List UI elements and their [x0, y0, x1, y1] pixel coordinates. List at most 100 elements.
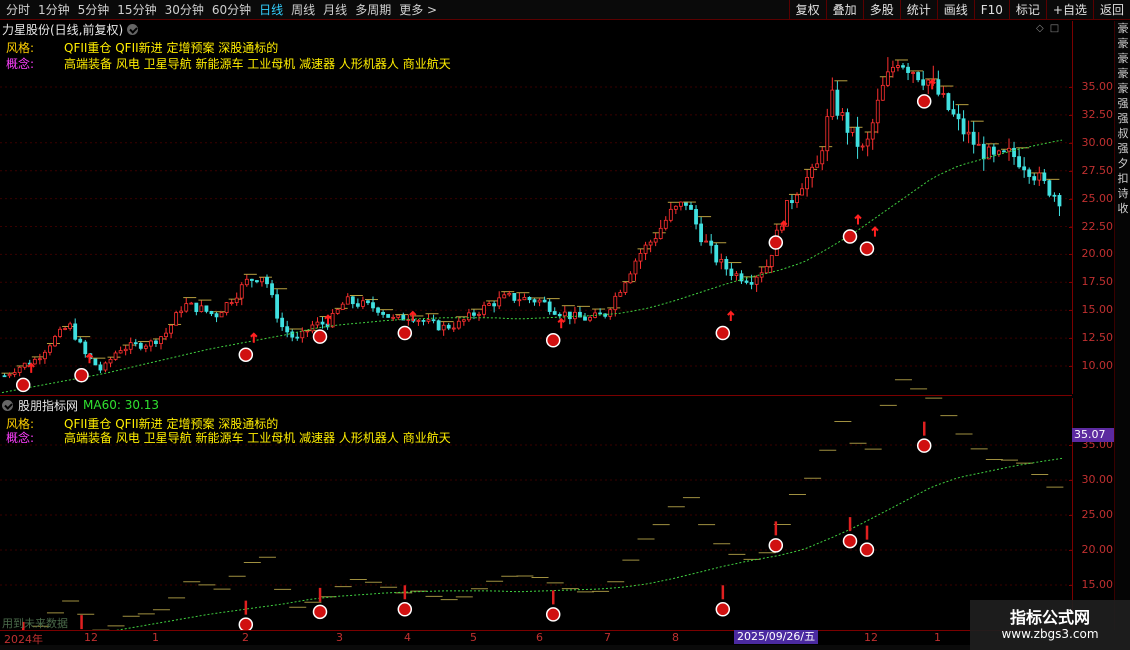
style-value: QFII重仓 QFII新进 定增预案 深股通标的 [64, 41, 279, 55]
signal-bar [774, 521, 778, 536]
candle-body [497, 297, 502, 307]
candle-body [305, 330, 310, 333]
candle-body [214, 313, 219, 318]
candle-body [1052, 194, 1057, 197]
candle-body [552, 311, 557, 315]
candle-body [870, 122, 875, 140]
side-info-strip[interactable]: 豪豪豪豪豪强强叔强夕扣诗收 [1114, 21, 1130, 630]
candle-body [719, 258, 724, 263]
candle-body [73, 323, 78, 340]
candle-body [1022, 166, 1027, 171]
candle-body [825, 116, 830, 152]
candle-body [391, 316, 396, 319]
period-tab-7[interactable]: 周线 [287, 0, 319, 20]
side-strip-char: 豪 [1117, 37, 1129, 50]
candle-body [901, 65, 905, 68]
buy-signal-icon [15, 377, 31, 393]
candle-body [668, 208, 673, 221]
period-tab-9[interactable]: 多周期 [351, 0, 395, 20]
candle-body [48, 345, 52, 353]
side-strip-char: 豪 [1117, 22, 1129, 35]
price-axis-label: 25.00 [1081, 191, 1114, 205]
candle-body [764, 266, 769, 274]
candle-body [265, 277, 269, 285]
candle-body [709, 240, 714, 246]
period-tab-5[interactable]: 60分钟 [208, 0, 255, 20]
candle-body [229, 302, 234, 304]
tool-button-4[interactable]: 画线 [936, 0, 974, 20]
candle-body [335, 309, 340, 314]
indicator-axis-label: 30.00 [1081, 473, 1114, 486]
tool-button-7[interactable]: +自选 [1045, 0, 1093, 20]
candle-body [446, 324, 451, 329]
candle-body [441, 324, 446, 331]
indicator-axis-tick [1069, 480, 1073, 481]
candle-body [421, 320, 426, 322]
candle-body [885, 71, 890, 86]
candle-body [633, 260, 638, 275]
date-tick-label: 6 [536, 631, 543, 644]
price-axis-tick [1069, 338, 1073, 340]
candle-body [492, 303, 497, 307]
tool-button-8[interactable]: 返回 [1092, 0, 1130, 20]
tool-button-5[interactable]: F10 [973, 0, 1009, 20]
date-tick-label: 12 [84, 631, 98, 644]
period-tab-0[interactable]: 分时 [2, 0, 34, 20]
period-tab-4[interactable]: 30分钟 [161, 0, 208, 20]
candle-body [78, 338, 83, 343]
buy-signal-icon [545, 333, 561, 348]
candle-body [300, 330, 305, 339]
buy-signal-icon [312, 329, 328, 344]
diamond-icon[interactable]: ◇ [1036, 23, 1044, 34]
panel-divider[interactable] [0, 395, 1072, 396]
style-key: 风格: [6, 417, 35, 431]
signal-bar [318, 587, 322, 602]
candle-body [537, 299, 542, 303]
buy-signal-icon [397, 602, 413, 617]
candle-body [966, 131, 971, 135]
price-axis-label: 10.00 [1081, 359, 1114, 372]
side-strip-char: 豪 [1117, 52, 1129, 65]
candle-body [714, 244, 719, 263]
candle-body [769, 255, 774, 267]
date-axis: 2024年12123456789121 [0, 630, 1072, 646]
tool-button-0[interactable]: 复权 [788, 0, 826, 20]
candle-body [487, 303, 491, 306]
candle-body [2, 375, 7, 378]
side-strip-char: 夕 [1117, 157, 1129, 170]
period-tab-1[interactable]: 1分钟 [34, 0, 74, 20]
candle-body [1047, 180, 1052, 196]
chevron-down-icon[interactable] [2, 399, 13, 411]
current-price-tag: 35.07 [1072, 428, 1114, 442]
candle-body [951, 109, 956, 115]
candle-body [689, 204, 693, 210]
chevron-down-icon[interactable] [127, 23, 139, 35]
candle-body [921, 79, 926, 86]
candle-body [416, 320, 421, 322]
period-tab-10[interactable]: 更多 > [395, 0, 441, 20]
candle-body [1017, 156, 1021, 168]
indicator-name[interactable]: 股朋指标网 [18, 397, 78, 414]
window-icon[interactable]: □ [1050, 23, 1059, 34]
ma60-readout: MA60: 30.13 [83, 398, 160, 412]
candle-body [128, 342, 133, 350]
tool-button-2[interactable]: 多股 [862, 0, 900, 20]
candle-body [891, 66, 895, 73]
period-tab-2[interactable]: 5分钟 [74, 0, 114, 20]
period-tab-3[interactable]: 15分钟 [113, 0, 160, 20]
tool-button-6[interactable]: 标记 [1008, 0, 1046, 20]
tool-button-3[interactable]: 统计 [899, 0, 937, 20]
candle-body [53, 336, 57, 347]
candle-body [340, 303, 345, 310]
candle-body [184, 303, 189, 312]
toolbar: 分时 1分钟 5分钟 15分钟 30分钟 60分钟 日线 周线 月线 多周期 更多 > 复权 叠加 多股… [0, 0, 1130, 20]
buy-signal-icon [859, 241, 875, 256]
candle-body [875, 99, 880, 124]
date-tick-label: 5 [470, 631, 477, 644]
period-tab-8[interactable]: 月线 [319, 0, 351, 20]
period-tab-6[interactable]: 日线 [255, 0, 287, 20]
kline-chart[interactable] [0, 21, 1072, 630]
candle-body [83, 341, 88, 355]
candle-body [679, 201, 683, 207]
tool-button-1[interactable]: 叠加 [825, 0, 863, 20]
